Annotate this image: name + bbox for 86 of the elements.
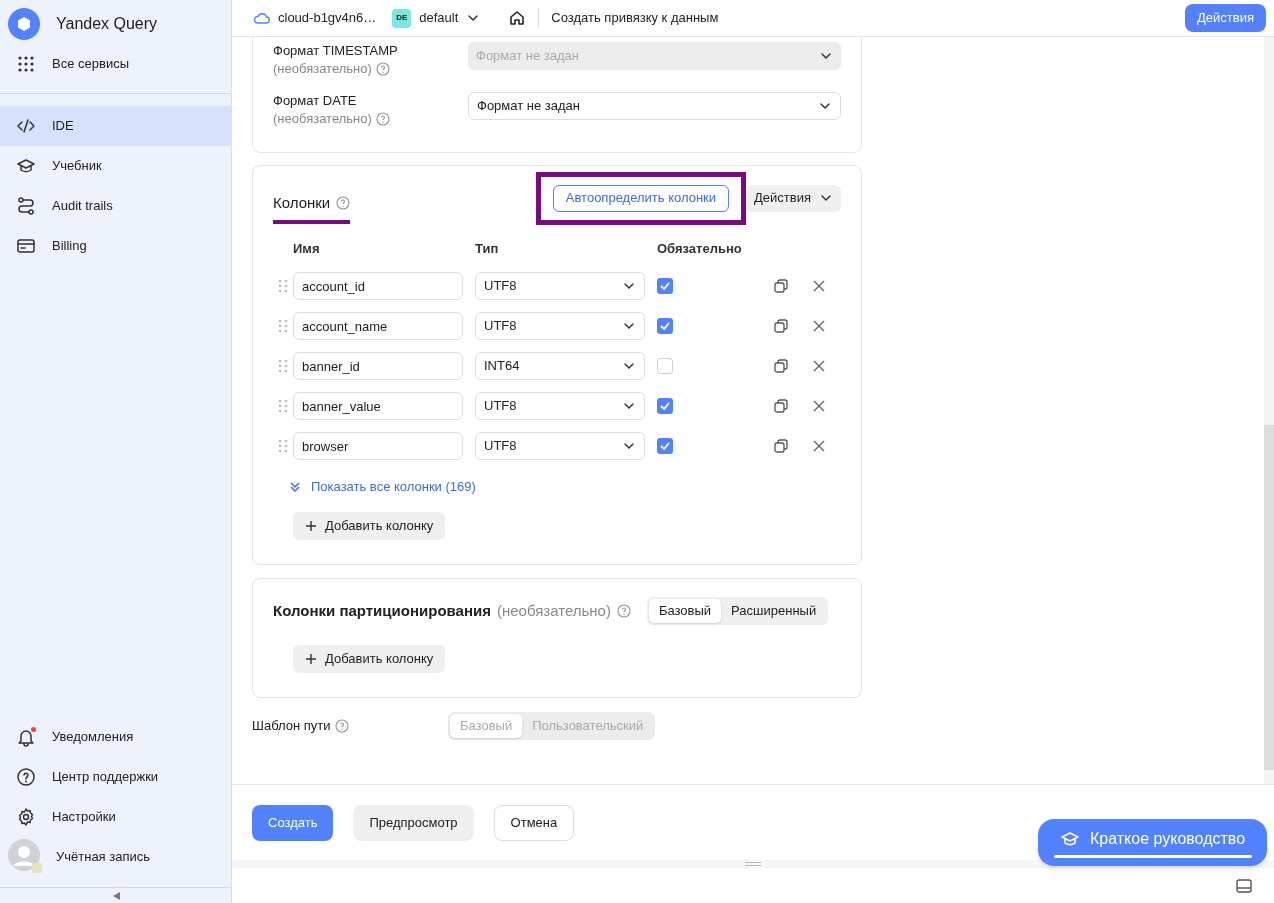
app-title: Yandex Query — [56, 14, 158, 34]
footer-button[interactable]: Отмена — [493, 804, 575, 841]
sidebar-item[interactable]: Учебник — [0, 146, 231, 186]
type-select[interactable]: INT64 — [475, 352, 645, 380]
copy-icon[interactable] — [774, 399, 788, 413]
settings-icon — [16, 807, 36, 827]
field-label: Шаблон пути — [252, 717, 331, 736]
plus-icon — [305, 520, 317, 532]
format-select: Формат не задан — [468, 42, 841, 70]
name-input[interactable]: browser — [293, 432, 463, 460]
name-input[interactable]: banner_id — [293, 352, 463, 380]
segment-tab[interactable]: Базовый — [648, 599, 722, 623]
type-select[interactable]: UTF8 — [475, 432, 645, 460]
autodetect-button[interactable]: Автоопределить колонки — [552, 184, 730, 212]
copy-icon[interactable] — [774, 439, 788, 453]
column-header: Тип — [475, 240, 500, 259]
section-title: Колонки — [273, 192, 331, 213]
copy-icon[interactable] — [774, 359, 788, 373]
hint-text: (необязательно) — [496, 600, 611, 621]
actions-button[interactable]: Действия — [1185, 4, 1266, 32]
checkbox[interactable] — [657, 438, 673, 454]
close-icon[interactable] — [813, 280, 825, 292]
help-icon — [336, 196, 351, 210]
type-select[interactable]: UTF8 — [475, 272, 645, 300]
add-column-button[interactable]: Добавить колонку — [293, 645, 446, 673]
column-header: Имя — [293, 240, 321, 259]
route-icon — [16, 196, 36, 216]
folder-badge: DE — [392, 8, 412, 28]
credit-card-icon — [16, 236, 36, 256]
scrollbar[interactable] — [1264, 37, 1274, 784]
field-label: Формат DATE — [273, 92, 358, 110]
copy-icon[interactable] — [774, 319, 788, 333]
help-icon — [16, 767, 36, 787]
sidebar-item[interactable]: Billing — [0, 226, 231, 266]
column-header: Обязательно — [657, 240, 742, 259]
breadcrumb: Создать привязку к данным — [551, 9, 719, 28]
footer-button[interactable]: Предпросмотр — [353, 804, 474, 841]
checkbox[interactable] — [657, 318, 673, 334]
sidebar-item[interactable]: IDE — [0, 106, 231, 146]
type-select[interactable]: UTF8 — [475, 312, 645, 340]
sidebar-item[interactable]: Настройки — [0, 797, 231, 837]
cloud-name[interactable]: cloud-b1gv4n6… — [278, 8, 377, 28]
add-column-button[interactable]: Добавить колонку — [293, 512, 446, 540]
sidebar-item[interactable]: Учётная запись — [0, 837, 231, 877]
folder-name[interactable]: default — [419, 8, 459, 28]
close-icon[interactable] — [813, 400, 825, 412]
help-icon — [375, 112, 390, 126]
actions-dropdown[interactable]: Действия — [746, 184, 841, 212]
cloud-icon — [252, 11, 270, 25]
guide-button[interactable]: Краткое руководство — [1038, 819, 1267, 866]
name-input[interactable]: banner_value — [293, 392, 463, 420]
sidebar-item[interactable]: Уведомления — [0, 717, 231, 757]
copy-icon[interactable] — [774, 279, 788, 293]
format-select[interactable]: Формат не задан — [468, 92, 841, 120]
segment-tab[interactable]: Расширенный — [721, 599, 827, 623]
bell-icon — [16, 727, 36, 747]
close-icon[interactable] — [813, 320, 825, 332]
close-icon[interactable] — [813, 360, 825, 372]
checkbox[interactable] — [657, 398, 673, 414]
plus-icon — [305, 653, 317, 665]
field-label: Формат TIMESTAMP — [273, 42, 399, 60]
name-input[interactable]: account_id — [293, 272, 463, 300]
drag-handle-icon[interactable] — [745, 862, 761, 866]
help-icon — [375, 62, 390, 76]
sidebar-item[interactable]: Audit trails — [0, 186, 231, 226]
grid-icon — [16, 54, 36, 74]
code-icon — [16, 116, 36, 136]
type-select[interactable]: UTF8 — [475, 392, 645, 420]
panel-icon[interactable] — [1236, 878, 1252, 893]
show-all-link[interactable]: Показать все колонки (169) — [311, 477, 476, 497]
checkbox[interactable] — [657, 358, 673, 374]
hint-text: (необязательно) — [273, 60, 372, 78]
checkbox[interactable] — [657, 278, 673, 294]
section-title: Колонки партиционирования — [273, 600, 491, 621]
help-icon — [616, 604, 631, 618]
app-logo-icon — [8, 8, 40, 40]
hint-text: (необязательно) — [273, 110, 372, 128]
avatar-icon — [8, 839, 44, 875]
sidebar-item[interactable]: Центр поддержки — [0, 757, 231, 797]
double-chevron-icon — [289, 481, 301, 493]
name-input[interactable]: account_name — [293, 312, 463, 340]
close-icon[interactable] — [813, 440, 825, 452]
home-icon[interactable] — [508, 9, 527, 27]
footer-button[interactable]: Создать — [252, 804, 334, 841]
help-icon — [334, 719, 349, 733]
sidebar-item[interactable]: Все сервисы — [0, 48, 231, 80]
